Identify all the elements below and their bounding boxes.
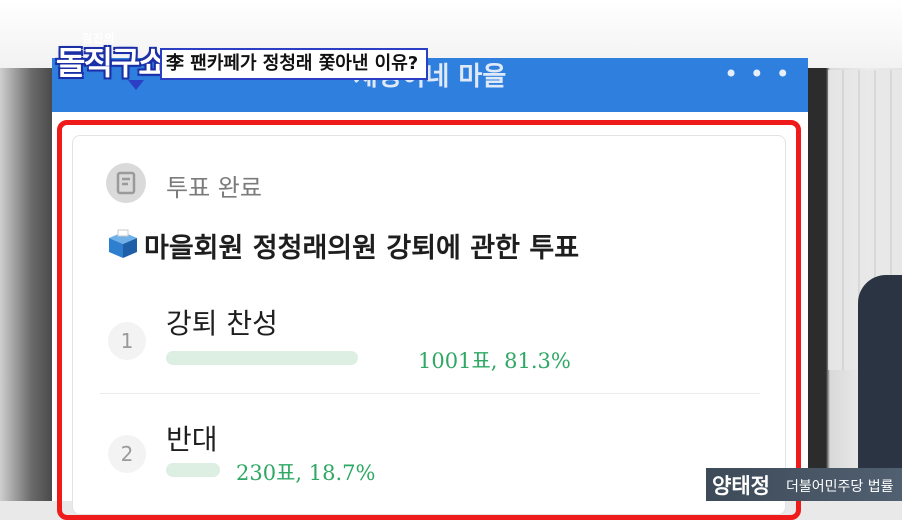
logo-tail <box>128 80 144 90</box>
caption-name: 양태정 <box>712 474 770 498</box>
headline-caption: 李 팬카페가 정청래 쫓아낸 이유? <box>160 48 429 80</box>
more-dots-icon[interactable]: • • • <box>724 60 792 88</box>
background-left <box>0 68 52 501</box>
show-logo: 돌직구쇼 <box>56 44 168 82</box>
caption-role: 더불어민주당 법률 <box>786 479 894 495</box>
highlight-frame <box>57 120 801 520</box>
